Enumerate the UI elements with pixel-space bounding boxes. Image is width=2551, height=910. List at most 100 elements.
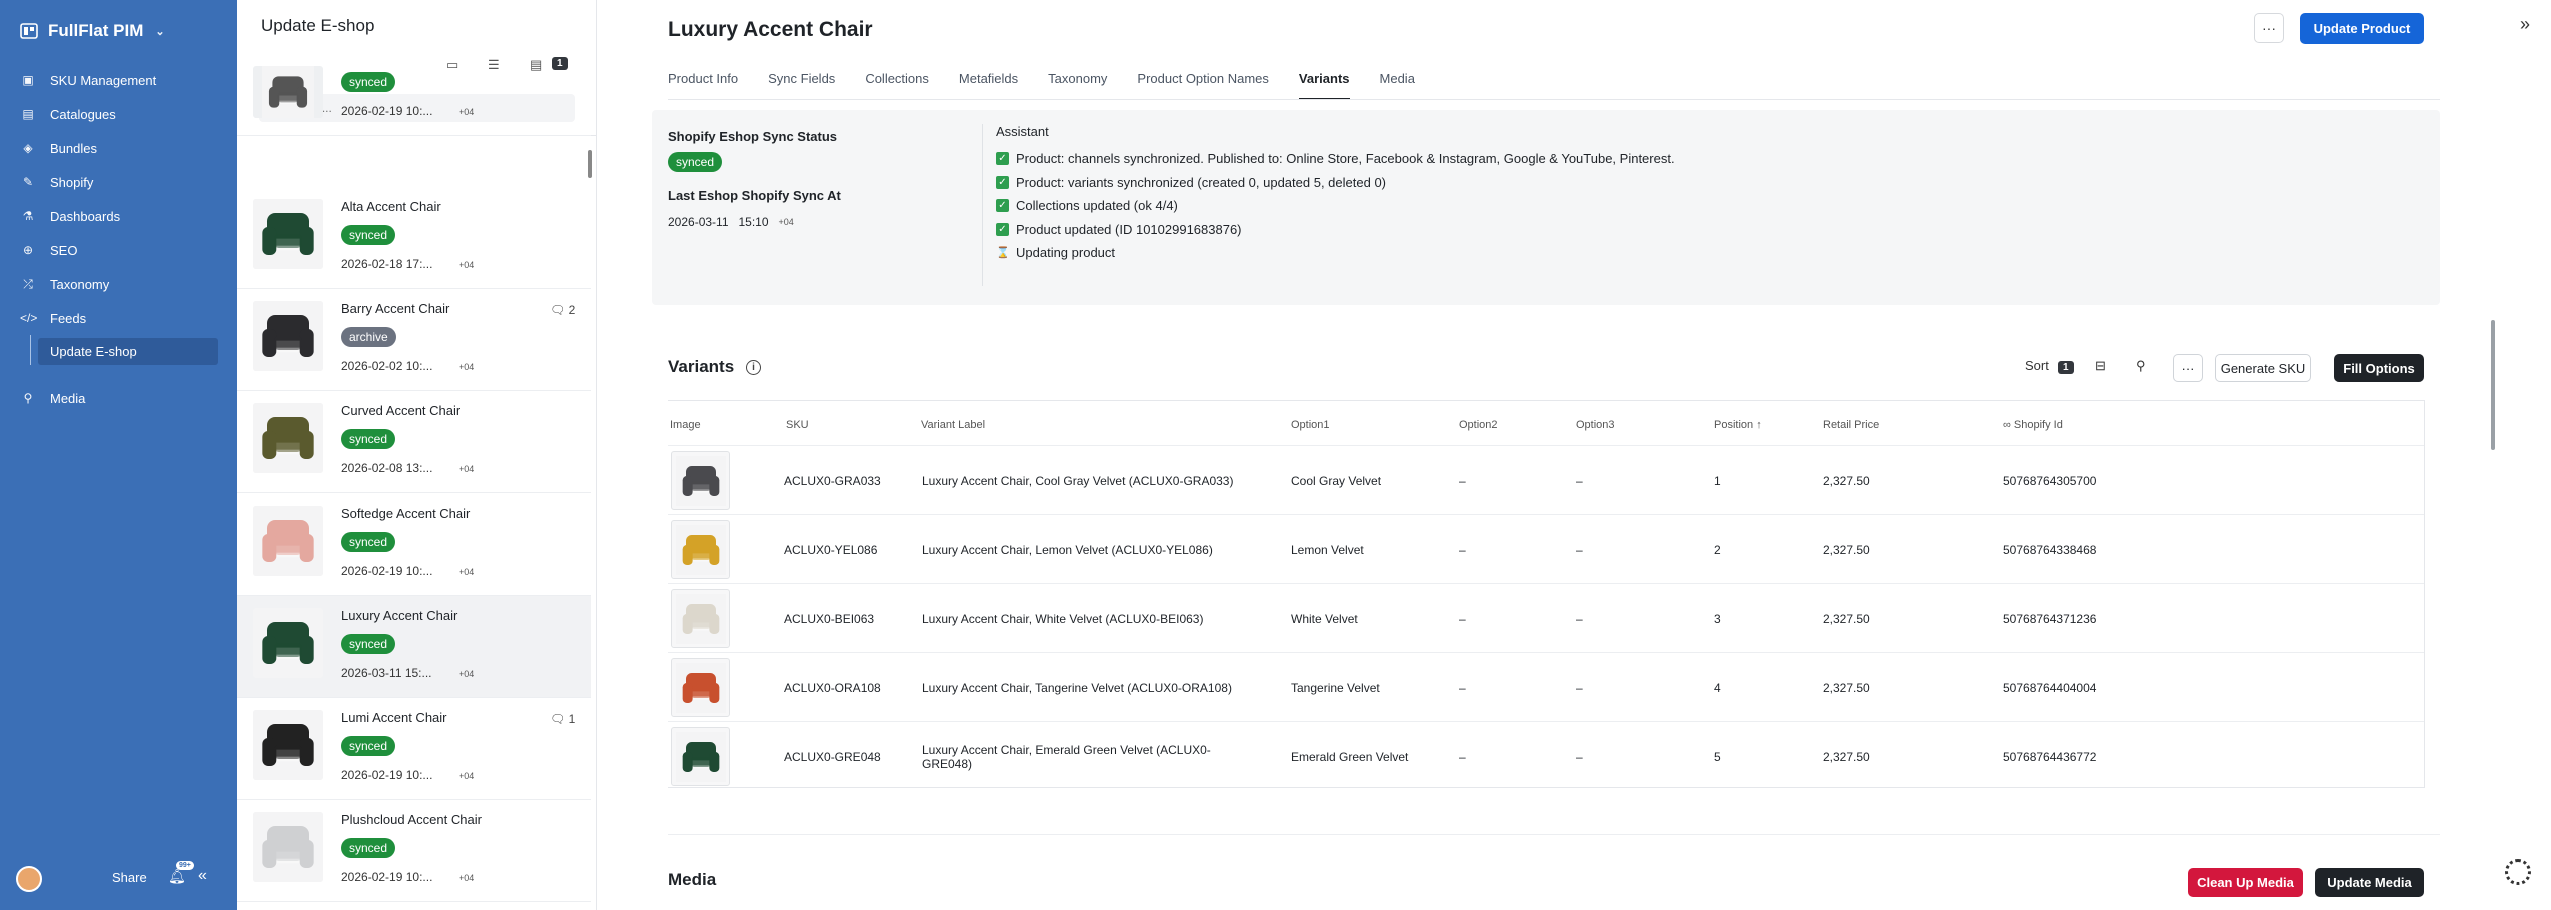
variant-image[interactable] xyxy=(671,589,730,648)
assistant-line: ⌛ Updating product xyxy=(996,241,1675,265)
nav-item-seo[interactable]: ⊕ SEO xyxy=(14,237,218,263)
product-date: 2026-02-18 17:... xyxy=(341,257,433,271)
product-list-item[interactable]: synced 2026-02-19 10:... +04 xyxy=(237,66,591,136)
timezone-label: +04 xyxy=(459,362,475,373)
column-header-image[interactable]: Image xyxy=(670,419,701,431)
nav-subitem-update-eshop[interactable]: Update E-shop xyxy=(38,338,218,365)
product-list-item[interactable]: Barry Accent Chair archive 2026-02-02 10:.… xyxy=(237,289,591,392)
cell-shopify-id: 50768764305700 xyxy=(2003,473,2097,488)
main-scrollbar[interactable] xyxy=(2491,320,2495,450)
media-title: Media xyxy=(668,870,717,889)
variants-more-button[interactable]: ··· xyxy=(2173,354,2203,382)
product-date: 2026-02-19 10:... xyxy=(341,563,433,578)
nav-label: Feeds xyxy=(50,310,87,326)
collapse-sidebar-icon[interactable]: « xyxy=(198,867,207,885)
nav-item-sku-management[interactable]: ▣ SKU Management xyxy=(14,67,218,93)
update-product-button[interactable]: Update Product xyxy=(2300,13,2424,44)
share-button[interactable]: Share xyxy=(112,870,147,885)
update-media-button[interactable]: Update Media xyxy=(2315,868,2424,897)
filter-icon[interactable]: ☰ xyxy=(488,57,500,73)
generate-sku-button[interactable]: Generate SKU xyxy=(2215,354,2311,382)
cell-shopify-id: 50768764436772 xyxy=(2003,749,2097,764)
close-panel-icon[interactable]: » xyxy=(2520,14,2530,35)
tab-variants[interactable]: Variants xyxy=(1298,66,1350,100)
cell-sku: ACLUX0-ORA108 xyxy=(784,680,881,695)
variant-image[interactable] xyxy=(671,727,730,786)
shuffle-icon: ⤮ xyxy=(23,276,33,291)
list-scrollbar[interactable] xyxy=(588,150,592,178)
column-header-option2[interactable]: Option2 xyxy=(1459,419,1498,431)
tab-taxonomy[interactable]: Taxonomy xyxy=(1048,66,1107,100)
more-actions-button[interactable]: ··· xyxy=(2254,13,2284,43)
column-header-shopify-id[interactable]: ∞ Shopify Id xyxy=(2003,419,2063,431)
cell-shopify-id: 50768764404004 xyxy=(2003,680,2097,695)
book-icon: ▤ xyxy=(22,107,34,121)
column-header-variant-label[interactable]: Variant Label xyxy=(921,419,985,431)
nav-label: Dashboards xyxy=(50,208,121,224)
product-date: 2026-02-19 10:... xyxy=(341,104,433,118)
column-header-sku[interactable]: SKU xyxy=(786,419,809,431)
table-row[interactable]: ACLUX0-YEL086 Luxury Accent Chair, Lemon … xyxy=(668,514,2424,583)
nav-item-dashboards[interactable]: ⚗ Dashboards xyxy=(14,203,218,229)
clean-up-media-button[interactable]: Clean Up Media xyxy=(2188,868,2303,897)
product-list-item[interactable]: Alta Accent Chair synced 2026-02-18 17:...… xyxy=(237,187,591,289)
product-list-item[interactable]: Softedge Accent Chair synced 2026-02-19 10… xyxy=(237,494,591,596)
status-badge: synced xyxy=(341,633,396,654)
nav-item-taxonomy[interactable]: ⤮ Taxonomy xyxy=(14,271,218,297)
table-row[interactable]: ACLUX0-BEI063 Luxury Accent Chair, White … xyxy=(668,583,2424,652)
variant-image[interactable] xyxy=(671,451,730,510)
tab-collections[interactable]: Collections xyxy=(865,66,929,100)
column-header-position[interactable]: Position ↑ xyxy=(1714,419,1762,431)
product-detail: Luxury Accent Chair ··· Update Product »… xyxy=(598,0,2551,910)
cell-option2: – xyxy=(1459,611,1466,626)
product-list-item[interactable]: Lumi Accent Chair synced 2026-02-19 10:...… xyxy=(237,698,591,800)
comment-icon: 🗨︎ xyxy=(550,303,566,318)
cell-option3: – xyxy=(1576,611,1583,626)
fill-options-button[interactable]: Fill Options xyxy=(2334,354,2424,382)
status-badge: synced xyxy=(341,838,396,859)
info-icon[interactable]: i xyxy=(746,360,761,375)
comment-count[interactable]: 🗨︎ 1 xyxy=(550,712,575,726)
cell-position: 5 xyxy=(1714,749,1721,764)
cell-sku: ACLUX0-YEL086 xyxy=(784,542,878,557)
avatar[interactable] xyxy=(16,866,42,892)
nav-item-catalogues[interactable]: ▤ Catalogues xyxy=(14,101,218,127)
comment-count-value: 2 xyxy=(568,303,576,318)
columns-icon[interactable]: ⊟ xyxy=(2095,358,2106,374)
nav-item-shopify[interactable]: ✎ Shopify xyxy=(14,169,218,195)
nav-item-feeds[interactable]: </> Feeds xyxy=(14,305,218,331)
nav-item-media[interactable]: ⚲ Media xyxy=(14,385,218,411)
cell-sku: ACLUX0-GRA033 xyxy=(784,473,881,488)
cell-option3: – xyxy=(1576,542,1583,557)
product-list-item[interactable]: Curved Accent Chair synced 2026-02-08 13:.… xyxy=(237,391,591,494)
tab-product-info[interactable]: Product Info xyxy=(668,66,738,100)
comment-count[interactable]: 🗨︎ 2 xyxy=(550,303,575,317)
product-list-item[interactable]: Luxury Accent Chair synced 2026-03-11 15:.… xyxy=(237,595,591,698)
columns-icon[interactable]: ▤ xyxy=(530,57,542,73)
tab-sync-fields[interactable]: Sync Fields xyxy=(768,66,835,100)
timezone-label: +04 xyxy=(459,771,475,781)
variant-image[interactable] xyxy=(671,658,730,717)
table-row[interactable]: ACLUX0-GRE048 Luxury Accent Chair, Emeral… xyxy=(668,721,2424,790)
product-list-item[interactable]: Plushcloud Accent Chair synced 2026-02-19 … xyxy=(237,800,591,903)
table-row[interactable]: ACLUX0-GRA033 Luxury Accent Chair, Cool G… xyxy=(668,445,2424,514)
sort-button[interactable]: Sort xyxy=(2025,358,2049,373)
chart-icon: ⚗ xyxy=(22,209,34,223)
layout-icon[interactable]: ▭ xyxy=(446,57,458,73)
variant-image[interactable] xyxy=(671,520,730,579)
tab-media[interactable]: Media xyxy=(1380,66,1415,100)
nav-item-bundles[interactable]: ◈ Bundles xyxy=(14,135,218,161)
cell-label: Luxury Accent Chair, Tangerine Velvet (A… xyxy=(922,680,1232,695)
tab-metafields[interactable]: Metafields xyxy=(959,66,1018,100)
table-row[interactable]: ACLUX0-ORA108 Luxury Accent Chair, Tanger… xyxy=(668,652,2424,721)
assistant-label: Assistant xyxy=(996,124,1049,139)
tab-product-option-names[interactable]: Product Option Names xyxy=(1137,66,1269,100)
column-header-option1[interactable]: Option1 xyxy=(1291,419,1330,431)
layers-icon: ◈ xyxy=(23,141,33,155)
column-header-option3[interactable]: Option3 xyxy=(1576,419,1615,431)
search-icon[interactable]: ⚲ xyxy=(2136,358,2146,374)
last-sync-tz: +04 xyxy=(778,217,794,227)
brand[interactable]: FullFlat PIM ⌄ xyxy=(20,21,165,41)
bell-icon[interactable]: 🔔︎ xyxy=(168,868,186,885)
column-header-retail-price[interactable]: Retail Price xyxy=(1823,419,1879,431)
